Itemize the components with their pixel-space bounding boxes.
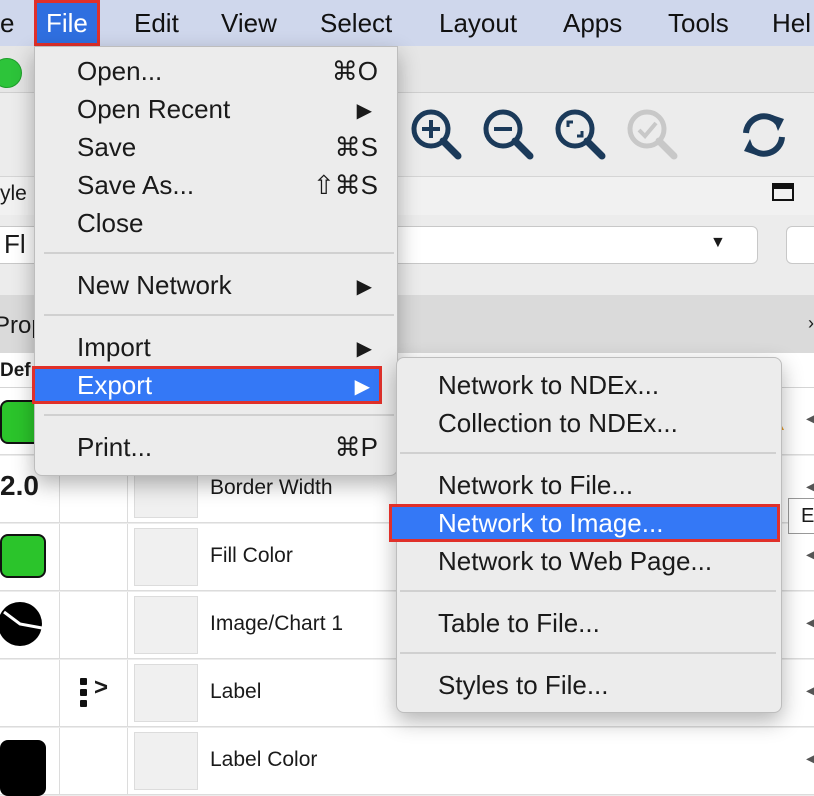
menu-item-network-to-image[interactable]: Network to Image... [389, 504, 780, 542]
menu-item-close[interactable]: Close [34, 204, 396, 242]
submenu-arrow-icon: ▶ [356, 100, 372, 122]
shortcut: ⌘P [334, 432, 378, 462]
property-name: Fill Color [210, 544, 293, 567]
row-arrow-icon[interactable]: ◂ [806, 680, 814, 701]
menu-item-collection-to-ndex[interactable]: Collection to NDEx... [396, 404, 780, 442]
menu-separator [44, 252, 394, 254]
menu-item-save[interactable]: Save ⌘S [34, 128, 396, 166]
menu-item-import[interactable]: Import ▶ [34, 328, 396, 366]
color-swatch[interactable] [0, 534, 46, 578]
style-selector-value: Fl [4, 229, 26, 259]
menu-item-print[interactable]: Print... ⌘P [34, 428, 396, 466]
row-arrow-icon[interactable]: ◂ [806, 408, 814, 429]
menu-separator [400, 652, 776, 654]
menu-select[interactable]: Select [320, 0, 392, 46]
style-label: yle [0, 182, 27, 205]
menu-item-network-to-file[interactable]: Network to File... [396, 466, 780, 504]
style-options-button[interactable] [786, 226, 814, 264]
menu-item-export[interactable]: Export ▶ [32, 366, 382, 404]
property-name: Image/Chart 1 [210, 612, 344, 635]
menubar: e File Edit View Select Layout Apps Tool… [0, 0, 814, 46]
shortcut: ⌘O [331, 56, 378, 86]
menu-item-save-as[interactable]: Save As... ⇧⌘S [34, 166, 396, 204]
property-name: Label [210, 680, 262, 703]
chevron-right-icon[interactable]: › [808, 313, 814, 334]
menu-item-network-to-web-page[interactable]: Network to Web Page... [396, 542, 780, 580]
menu-separator [44, 314, 394, 316]
property-name: Label Color [210, 748, 318, 771]
menu-edit[interactable]: Edit [134, 0, 179, 46]
zoom-fit-icon[interactable] [550, 105, 610, 165]
row-arrow-icon[interactable]: ◂ [806, 748, 814, 769]
menu-help[interactable]: Hel [772, 0, 811, 46]
menu-item-network-to-ndex[interactable]: Network to NDEx... [396, 366, 780, 404]
zoom-out-icon[interactable] [478, 105, 538, 165]
menu-apps[interactable]: Apps [563, 0, 622, 46]
menu-tools[interactable]: Tools [668, 0, 729, 46]
shortcut: ⇧⌘S [312, 170, 378, 200]
chevron-right-icon: > [94, 674, 109, 701]
row-arrow-icon[interactable]: ◂ [806, 476, 814, 497]
submenu-arrow-icon: ▶ [356, 338, 372, 360]
shortcut: ⌘S [334, 132, 378, 162]
submenu-arrow-icon: ▶ [356, 276, 372, 298]
maximize-panel-icon[interactable] [772, 183, 794, 201]
pie-chart-icon[interactable] [0, 598, 48, 650]
zoom-selected-icon [627, 109, 678, 160]
menu-file[interactable]: File [34, 0, 100, 46]
submenu-arrow-icon: ▶ [354, 376, 370, 398]
menu-item-new-network[interactable]: New Network ▶ [34, 266, 396, 304]
property-value[interactable]: 2.0 [0, 470, 39, 502]
property-name: Border Width [210, 476, 333, 499]
menu-separator [400, 452, 776, 454]
row-arrow-icon[interactable]: ◂ [806, 544, 814, 565]
menu-separator [400, 590, 776, 592]
menu-view[interactable]: View [221, 0, 277, 46]
menu-item-open[interactable]: Open... ⌘O [34, 52, 396, 90]
menu-layout[interactable]: Layout [439, 0, 517, 46]
refresh-icon[interactable] [734, 105, 794, 165]
menu-item-styles-to-file[interactable]: Styles to File... [396, 666, 780, 704]
menu-item-table-to-file[interactable]: Table to File... [396, 604, 780, 642]
table-row[interactable]: Label Color ◂ [0, 728, 814, 796]
column-header-default: Def [0, 360, 31, 381]
dropdown-arrow-icon[interactable]: ▼ [710, 234, 726, 252]
tooltip: E [788, 498, 814, 534]
menu-app-partial[interactable]: e [0, 0, 14, 46]
menu-separator [44, 414, 394, 416]
color-swatch[interactable] [0, 740, 46, 796]
row-arrow-icon[interactable]: ◂ [806, 612, 814, 633]
menu-item-open-recent[interactable]: Open Recent ▶ [34, 90, 396, 128]
zoom-in-icon[interactable] [406, 105, 466, 165]
